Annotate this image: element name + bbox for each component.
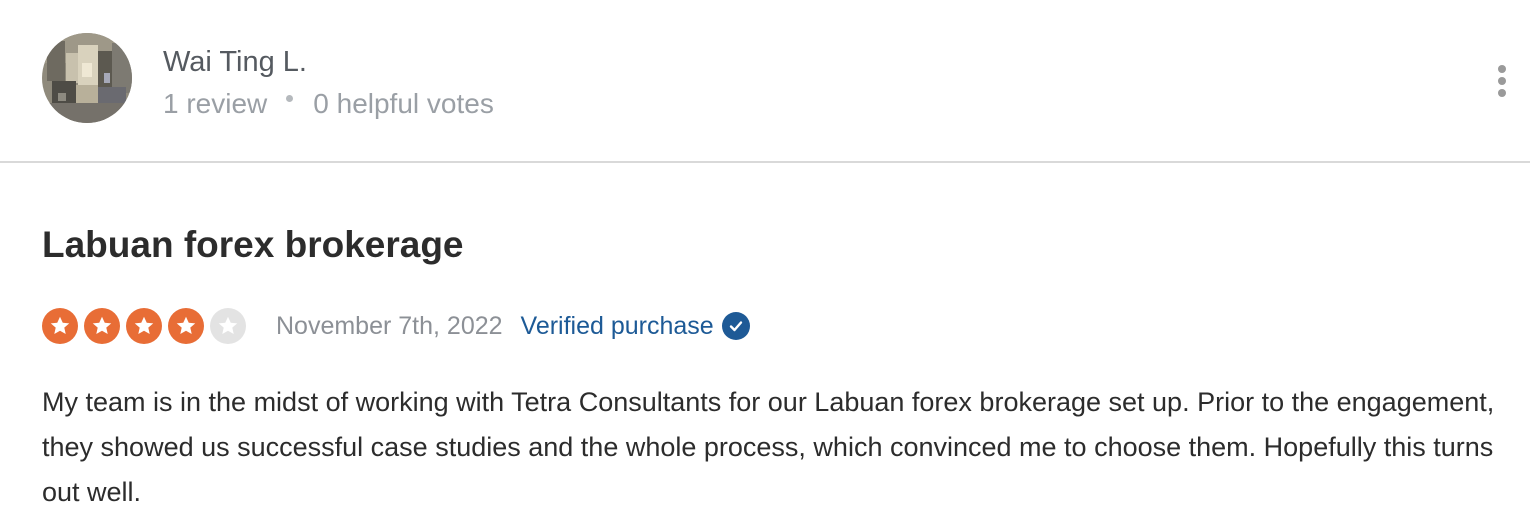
verified-purchase-badge: Verified purchase [521, 312, 750, 341]
review-date: November 7th, 2022 [276, 311, 503, 340]
verified-label: Verified purchase [520, 311, 714, 340]
reviewer-name[interactable]: Wai Ting L. [163, 44, 307, 80]
avatar[interactable] [42, 33, 132, 123]
review-count: 1 review [163, 88, 268, 119]
separator-dot [286, 94, 294, 102]
helpful-votes-count: 0 helpful votes [313, 88, 494, 119]
more-vertical-icon-dot [1498, 89, 1506, 97]
check-circle-icon [721, 312, 750, 340]
more-options-button[interactable] [1490, 59, 1514, 97]
reviewer-header: Wai Ting L. 1 review 0 helpful votes [0, 0, 1530, 163]
star-icon [126, 308, 162, 344]
reviewer-stats: 1 review 0 helpful votes [163, 86, 494, 122]
rating-row: November 7th, 2022 Verified purchase [42, 308, 750, 344]
review-card: Wai Ting L. 1 review 0 helpful votes Lab… [0, 0, 1530, 530]
more-vertical-icon-dot [1498, 65, 1506, 73]
more-vertical-icon-dot [1498, 77, 1506, 85]
star-icon [210, 308, 246, 344]
star-icon [168, 308, 204, 344]
star-rating [42, 308, 252, 344]
review-title: Labuan forex brokerage [42, 224, 464, 265]
review-body: My team is in the midst of working with … [42, 387, 1495, 507]
star-icon [84, 308, 120, 344]
star-icon [42, 308, 78, 344]
avatar-image [42, 33, 132, 123]
